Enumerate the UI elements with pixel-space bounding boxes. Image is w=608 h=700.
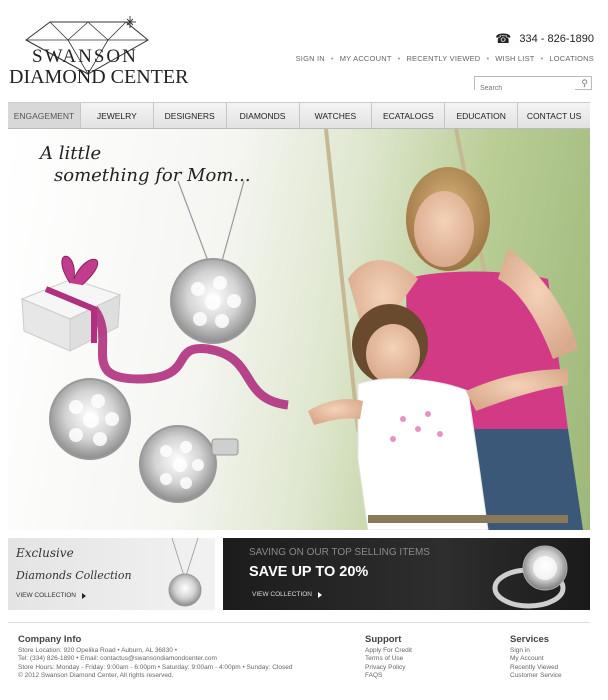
footer-sign-in-link[interactable]: Sign in: [510, 647, 562, 655]
store-location: Store Location: 920 Opelika Road • Aubur…: [18, 647, 177, 654]
link-separator: •: [540, 54, 544, 63]
footer-services: Services Sign in My Account Recently Vie…: [510, 634, 562, 680]
store-hours: Store Hours: Monday - Friday: 9:00am - 6…: [18, 663, 293, 671]
main-nav: ENGAGEMENT JEWELRY DESIGNERS DIAMONDS WA…: [8, 102, 590, 129]
earring-post: [211, 438, 239, 456]
exclusive-collection-promo[interactable]: Exclusive Diamonds Collection VIEW COLLE…: [8, 538, 215, 610]
footer-my-account-link[interactable]: My Account: [510, 655, 562, 663]
hero-tagline-line2: something for Mom...: [54, 165, 251, 186]
store-contact: Tel: (334) 826-1890 • Email: contactus@s…: [18, 655, 217, 663]
customer-service-link[interactable]: Customer Service: [510, 672, 562, 680]
nav-item-contact-us[interactable]: CONTACT US: [518, 103, 590, 128]
footer-recently-viewed-link[interactable]: Recently Viewed: [510, 664, 562, 672]
view-collection-label: VIEW COLLECTION: [252, 591, 312, 598]
sale-headline: SAVE UP TO 20%: [249, 564, 369, 580]
hero-tagline: A little something for Mom...: [40, 143, 251, 187]
view-collection-label: VIEW COLLECTION: [16, 592, 76, 599]
my-account-link[interactable]: MY ACCOUNT: [340, 54, 392, 63]
terms-of-use-link[interactable]: Terms of Use: [365, 655, 412, 663]
utility-links: SIGN IN • MY ACCOUNT • RECENTLY VIEWED • WI…: [296, 54, 594, 63]
sign-in-link[interactable]: SIGN IN: [296, 54, 325, 63]
telephone-icon: ☎: [495, 31, 512, 46]
promo-title: Exclusive: [16, 546, 74, 560]
arrow-right-icon: [317, 591, 322, 598]
nav-item-ecatalogs[interactable]: ECATALOGS: [372, 103, 446, 128]
site-logo[interactable]: SWANSON DIAMOND CENTER: [8, 16, 188, 88]
search-input[interactable]: [475, 83, 575, 94]
locations-link[interactable]: LOCATIONS: [549, 54, 594, 63]
nav-item-jewelry[interactable]: JEWELRY: [81, 103, 154, 128]
phone-number-text: 334 - 826-1890: [519, 33, 594, 45]
link-separator: •: [397, 54, 401, 63]
promo-subtitle: Diamonds Collection: [16, 569, 132, 582]
recently-viewed-link[interactable]: RECENTLY VIEWED: [406, 54, 480, 63]
sale-eyebrow: SAVING ON OUR TOP SELLING ITEMS: [249, 547, 430, 558]
sale-promo[interactable]: SAVING ON OUR TOP SELLING ITEMS SAVE UP …: [223, 538, 590, 610]
copyright: © 2012 Swanson Diamond Center, All right…: [18, 671, 174, 679]
hero-illustration: [20, 129, 583, 530]
logo-wordmark-top: SWANSON: [32, 46, 138, 67]
footer-company-info: Company Info Store Location: 920 Opelika…: [18, 634, 292, 680]
arrow-right-icon: [81, 592, 86, 599]
wish-list-link[interactable]: WISH LIST: [495, 54, 534, 63]
pendant-image: [168, 538, 202, 607]
nav-item-designers[interactable]: DESIGNERS: [154, 103, 227, 128]
view-collection-link[interactable]: VIEW COLLECTION: [252, 591, 322, 598]
footer-heading-company: Company Info: [18, 634, 82, 645]
swing-seat: [368, 515, 568, 523]
hero-tagline-line1: A little: [40, 143, 102, 164]
necklace-chain-left: [177, 180, 209, 262]
search-icon[interactable]: ⚲: [581, 78, 588, 89]
nav-item-watches[interactable]: WATCHES: [300, 103, 373, 128]
logo-wordmark-bottom: DIAMOND CENTER: [9, 66, 189, 88]
apply-for-credit-link[interactable]: Apply For Credit: [365, 647, 412, 655]
nav-item-diamonds[interactable]: DIAMONDS: [227, 103, 300, 128]
link-separator: •: [330, 54, 334, 63]
link-separator: •: [486, 54, 490, 63]
search-box: ⚲: [474, 76, 592, 94]
nav-item-education[interactable]: EDUCATION: [445, 103, 519, 128]
faqs-link[interactable]: FAQS: [365, 672, 412, 680]
hero-banner[interactable]: A little something for Mom...: [8, 129, 590, 530]
nav-item-engagement[interactable]: ENGAGEMENT: [8, 103, 81, 128]
diamond-ring-image: [492, 545, 568, 609]
phone-number: ☎ 334 - 826-1890: [495, 31, 594, 47]
privacy-policy-link[interactable]: Privacy Policy: [365, 664, 412, 672]
view-collection-link[interactable]: VIEW COLLECTION: [16, 592, 86, 599]
necklace-chain-right: [221, 180, 245, 262]
footer-heading-services: Services: [510, 634, 550, 645]
footer-support: Support Apply For Credit Terms of Use Pr…: [365, 634, 412, 680]
footer-divider: [8, 622, 590, 623]
footer-heading-support: Support: [365, 634, 402, 645]
